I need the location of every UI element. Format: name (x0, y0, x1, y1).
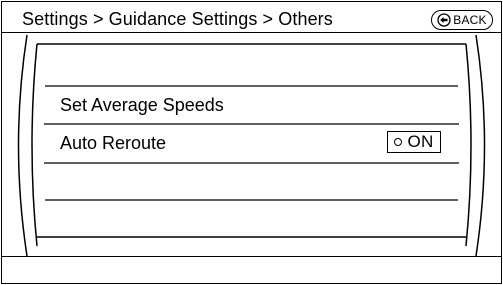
breadcrumb: Settings > Guidance Settings > Others (22, 9, 333, 29)
toggle-indicator-icon (394, 138, 403, 146)
back-arrow-icon (437, 13, 451, 27)
list-item-auto-reroute[interactable]: Auto Reroute ON (48, 124, 458, 162)
list-item-label: Set Average Speeds (60, 95, 224, 115)
navigation-settings-screen: Settings > Guidance Settings > Others BA… (0, 0, 503, 285)
auto-reroute-toggle[interactable]: ON (387, 131, 441, 153)
back-button[interactable]: BACK (431, 10, 493, 30)
footer-divider (2, 256, 501, 257)
back-button-label: BACK (453, 13, 487, 27)
list-item-label: Auto Reroute (60, 133, 167, 153)
toggle-label: ON (407, 132, 434, 151)
header-bar: Settings > Guidance Settings > Others BA… (2, 2, 501, 33)
list-item-set-average-speeds[interactable]: Set Average Speeds (48, 86, 458, 124)
